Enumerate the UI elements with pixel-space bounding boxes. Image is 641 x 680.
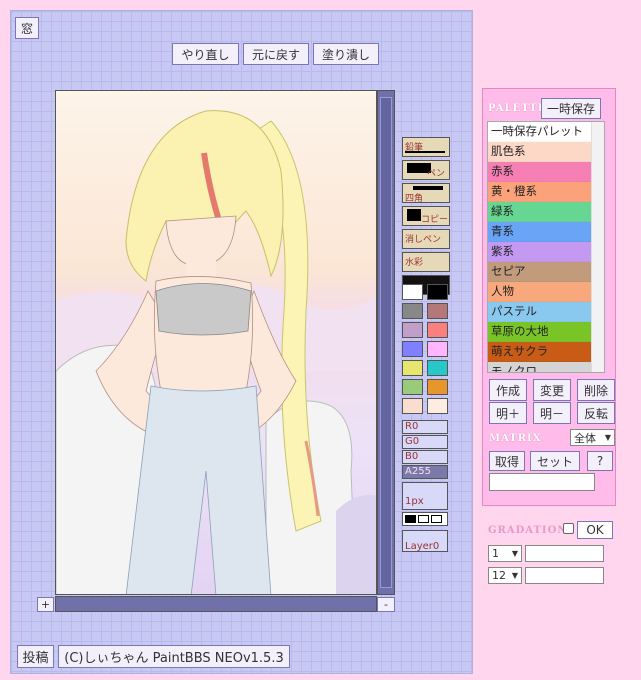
palette-list-item[interactable]: 萌えサクラ [488,342,604,362]
horizontal-scrollbar[interactable] [55,596,377,612]
matrix-help-button[interactable]: ? [587,451,613,471]
blur-tool[interactable]: 消しペン [402,229,450,249]
alpha-slider[interactable]: A255 [402,465,448,479]
rectangle-tool[interactable]: 四角 [402,183,450,203]
color-swatch[interactable] [427,379,448,395]
credit-link[interactable]: (C)しぃちゃん PaintBBS NEOv1.5.3 [58,645,290,668]
palette-list-item[interactable]: 紫系 [488,242,604,262]
matrix-get-button[interactable]: 取得 [489,451,525,471]
palette-action-button[interactable]: 明－ [533,402,571,424]
blue-slider[interactable]: B0 [402,450,448,464]
matrix-textarea[interactable] [489,473,595,491]
color-swatches [402,284,448,414]
color-swatch[interactable] [402,360,423,376]
green-slider[interactable]: G0 [402,435,448,449]
gradation-checkbox[interactable] [563,523,574,534]
redo-button[interactable]: やり直し [172,43,239,65]
color-swatch[interactable] [427,284,448,300]
layer-selector[interactable]: Layer0 [402,530,448,552]
color-swatch[interactable] [402,284,423,300]
palette-action-button[interactable]: 明＋ [489,402,527,424]
fill-button[interactable]: 塗り潰し [313,43,379,65]
color-swatch[interactable] [427,360,448,376]
color-swatch[interactable] [427,398,448,414]
palette-list-item[interactable]: 赤系 [488,162,604,182]
pencil-tool[interactable]: 鉛筆 [402,137,450,157]
palette-list-item[interactable]: 肌色系 [488,142,604,162]
matrix-scope-select[interactable]: 全体 ▼ [570,429,615,446]
palette-save-button[interactable]: 一時保存 [541,98,601,119]
color-swatch[interactable] [402,398,423,414]
mask-mode-selector[interactable] [402,512,448,526]
palette-action-button[interactable]: 反転 [577,402,615,424]
color-swatch[interactable] [427,341,448,357]
zoom-out-button[interactable]: - [377,597,395,612]
brush-size-selector[interactable]: 1px [402,482,448,510]
palette-list-item[interactable]: 黄・橙系 [488,182,604,202]
color-swatch[interactable] [402,341,423,357]
palette-list-item[interactable]: セピア [488,262,604,282]
tool-panel: 鉛筆 ペン 四角 コピー 消しペン 水彩 通常 [402,137,450,298]
palette-action-button[interactable]: 作成 [489,379,527,401]
gradation-end-color[interactable] [525,567,604,584]
palette-list-item[interactable]: 草原の大地 [488,322,604,342]
palette-list-scrollbar[interactable] [591,122,604,372]
color-swatch[interactable] [402,322,423,338]
palette-list[interactable]: 一時保存パレット 肌色系 赤系 黄・橙系 緑系 青系 紫系 セピア 人物 パステル 草原の大地 萌えサ… [487,121,605,373]
color-swatch[interactable] [402,303,423,319]
vertical-scrollbar[interactable] [377,90,395,595]
color-swatch[interactable] [427,322,448,338]
copy-tool[interactable]: コピー [402,206,450,226]
gradation-title: GRADATION [488,525,568,536]
undo-button[interactable]: 元に戻す [243,43,309,65]
palette-list-item[interactable]: 一時保存パレット [488,122,604,142]
gradation-end-select[interactable]: 12 ▼ [488,567,522,584]
palette-list-item[interactable]: 人物 [488,282,604,302]
palette-buttons-row1: 作成 変更 削除 [489,379,615,401]
palette-list-item[interactable]: パステル [488,302,604,322]
palette-list-item[interactable]: 緑系 [488,202,604,222]
post-button[interactable]: 投稿 [17,645,54,668]
matrix-set-button[interactable]: セット [530,451,580,471]
palette-list-item[interactable]: 青系 [488,222,604,242]
gradation-ok-button[interactable]: OK [577,521,613,539]
color-swatch[interactable] [427,303,448,319]
gradation-start-select[interactable]: 1 ▼ [488,545,522,562]
matrix-title: MATRIX [489,433,542,444]
blend-tool[interactable]: 水彩 [402,252,450,272]
palette-action-button[interactable]: 変更 [533,379,571,401]
window-button[interactable]: 窓 [15,17,39,39]
drawing-image [56,91,376,594]
drawing-canvas[interactable] [55,90,377,595]
red-slider[interactable]: R0 [402,420,448,434]
pen-tool[interactable]: ペン [402,160,450,180]
palette-action-button[interactable]: 削除 [577,379,615,401]
palette-buttons-row2: 明＋ 明－ 反転 [489,402,615,424]
zoom-in-button[interactable]: + [37,597,54,612]
gradation-start-color[interactable] [525,545,604,562]
color-swatch[interactable] [402,379,423,395]
palette-title: PALETTE [488,103,547,114]
palette-list-item[interactable]: モノクロ [488,362,604,372]
